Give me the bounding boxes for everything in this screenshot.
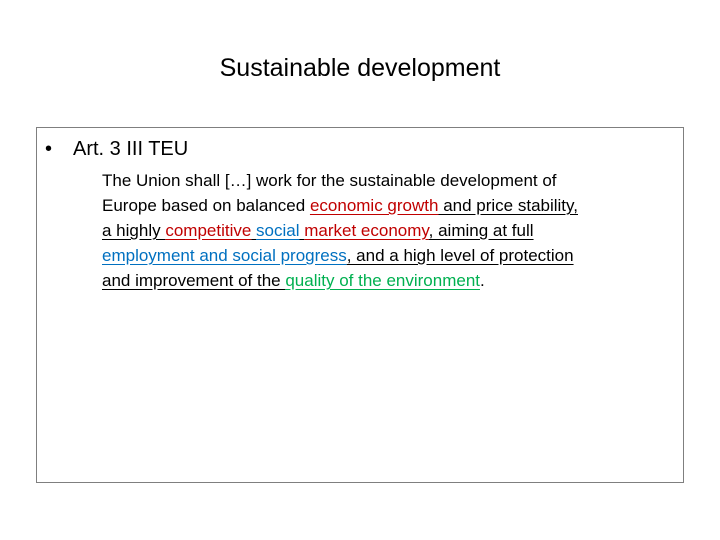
quote-line: a highly competitive social market econo… bbox=[102, 218, 672, 243]
content-box: • Art. 3 III TEU The Union shall […] work… bbox=[36, 127, 684, 483]
quote-segment: . bbox=[480, 271, 485, 290]
quote-segment: Europe based on balanced bbox=[102, 196, 310, 215]
bullet-item: • Art. 3 III TEU bbox=[45, 136, 188, 162]
quote-segment: quality of the environment bbox=[285, 271, 480, 290]
quote-segment: and price stability, bbox=[438, 196, 578, 215]
quote-line: Europe based on balanced economic growth… bbox=[102, 193, 672, 218]
quote-segment: competitive bbox=[165, 221, 252, 240]
quote-line: employment and social progress, and a hi… bbox=[102, 243, 672, 268]
bullet-marker: • bbox=[45, 138, 53, 160]
quote-segment: and improvement of the bbox=[102, 271, 286, 290]
quote-segment: , aiming at full bbox=[428, 221, 534, 240]
quote-line: The Union shall […] work for the sustain… bbox=[102, 168, 672, 193]
quote-segment: , and a high level of protection bbox=[346, 246, 574, 265]
bullet-text: Art. 3 III TEU bbox=[73, 138, 189, 160]
quote-segment: a highly bbox=[102, 221, 166, 240]
quote-line: and improvement of the quality of the en… bbox=[102, 268, 672, 293]
quote-segment: market economy bbox=[304, 221, 429, 240]
quote-segment: social bbox=[256, 221, 300, 240]
slide-title: Sustainable development bbox=[219, 54, 501, 82]
quote-segment: The Union shall […] work for the sustain… bbox=[102, 171, 557, 190]
quote-segment: economic growth bbox=[309, 196, 439, 215]
treaty-quote: The Union shall […] work for the sustain… bbox=[102, 168, 672, 293]
quote-segment: employment and social progress bbox=[102, 246, 347, 265]
